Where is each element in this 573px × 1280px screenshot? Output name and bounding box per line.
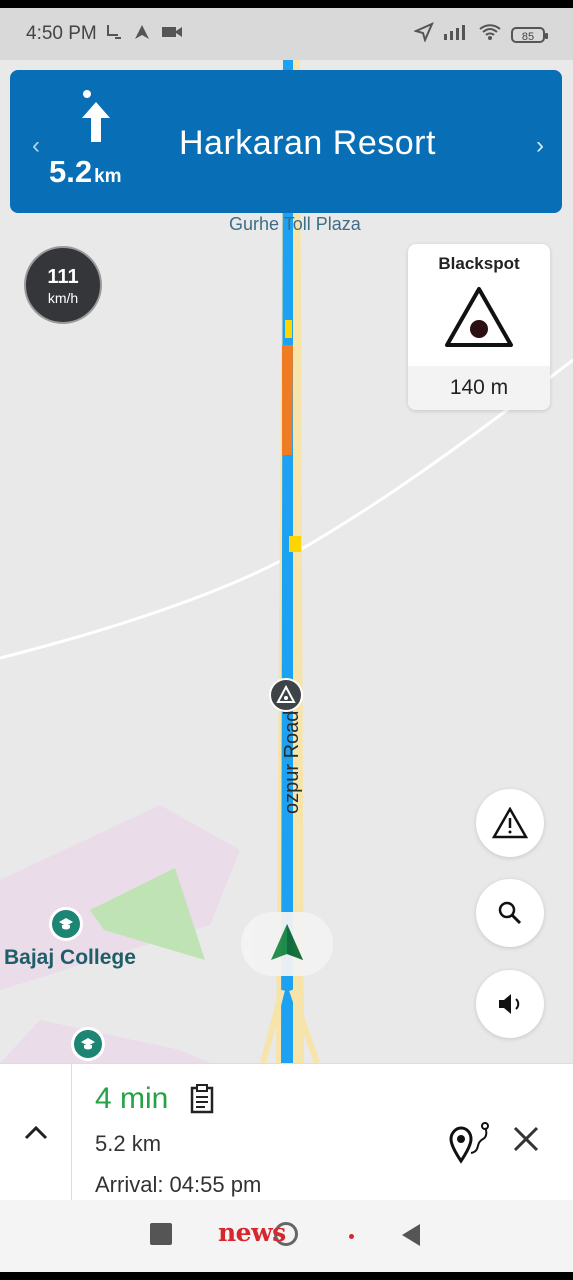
campus-area-lower [0, 1020, 210, 1063]
eta-time: 4 min [95, 1082, 169, 1115]
battery-icon: 85 [511, 26, 548, 43]
previous-instruction-icon[interactable]: ‹ [32, 132, 40, 160]
trip-distance: 5.2 km [95, 1131, 162, 1156]
location-icon [413, 22, 434, 47]
speed-indicator: 111 km/h [24, 246, 102, 324]
usb-icon [103, 22, 123, 47]
road-label: ozpur Road [281, 710, 303, 814]
news-watermark: news [218, 1218, 286, 1247]
status-left-icons [103, 22, 183, 47]
eta-row: 4 min [95, 1082, 216, 1116]
speaker-icon [499, 994, 520, 1014]
nh-shield-icon [289, 536, 301, 552]
navigation-banner[interactable]: ‹ 5.2 km Harkaran Resort › [10, 70, 562, 213]
current-location [241, 912, 333, 976]
warning-icon [492, 807, 528, 839]
search-icon [498, 901, 522, 925]
nh-shield-icon [285, 320, 292, 338]
sound-button[interactable] [476, 970, 544, 1038]
search-button[interactable] [476, 879, 544, 947]
wifi-icon [478, 23, 502, 46]
straight-arrow-icon [76, 90, 116, 150]
college-marker-icon[interactable] [49, 907, 83, 941]
blackspot-title: Blackspot [438, 254, 520, 273]
trip-summary-panel: 4 min 5.2 km Arrival: 04:55 pm [0, 1063, 573, 1201]
system-navigation-bar: news [0, 1200, 573, 1272]
college-label: Bajaj College [4, 946, 136, 969]
recent-apps-button[interactable] [150, 1223, 172, 1245]
expand-panel-button[interactable] [0, 1064, 72, 1201]
arrival-time: Arrival: 04:55 pm [95, 1172, 262, 1197]
next-instruction-icon[interactable]: › [536, 132, 544, 160]
blackspot-footer: 140 m [408, 366, 550, 410]
blackspot-warning-icon [445, 287, 513, 347]
maneuver-distance: 5.2 km [49, 154, 122, 189]
video-camera-icon [161, 24, 183, 45]
report-hazard-button[interactable] [476, 789, 544, 857]
college-marker-icon-2[interactable] [71, 1027, 105, 1061]
status-bar: 4:50 PM 85 [0, 8, 573, 60]
traffic-segment [282, 345, 293, 455]
back-button[interactable] [400, 1222, 422, 1248]
navigation-screen: 4:50 PM 85 ‹ 5.2 km Harkaran Resort › Gu… [0, 8, 573, 1272]
destination-name: Harkaran Resort [179, 124, 436, 162]
blackspot-map-marker[interactable] [269, 678, 303, 712]
signal-icon [443, 23, 469, 46]
toll-plaza-label: Gurhe Toll Plaza [229, 214, 361, 234]
watermark-dot [349, 1234, 354, 1239]
status-right-icons: 85 [413, 22, 548, 47]
close-icon[interactable] [511, 1124, 541, 1154]
chevron-up-icon [24, 1125, 47, 1139]
navigation-arrow-icon [133, 23, 151, 46]
status-time: 4:50 PM [26, 23, 97, 44]
blackspot-alert[interactable]: Blackspot 140 m [408, 244, 550, 410]
route-options-icon[interactable] [447, 1121, 491, 1167]
clipboard-icon[interactable] [188, 1084, 216, 1114]
